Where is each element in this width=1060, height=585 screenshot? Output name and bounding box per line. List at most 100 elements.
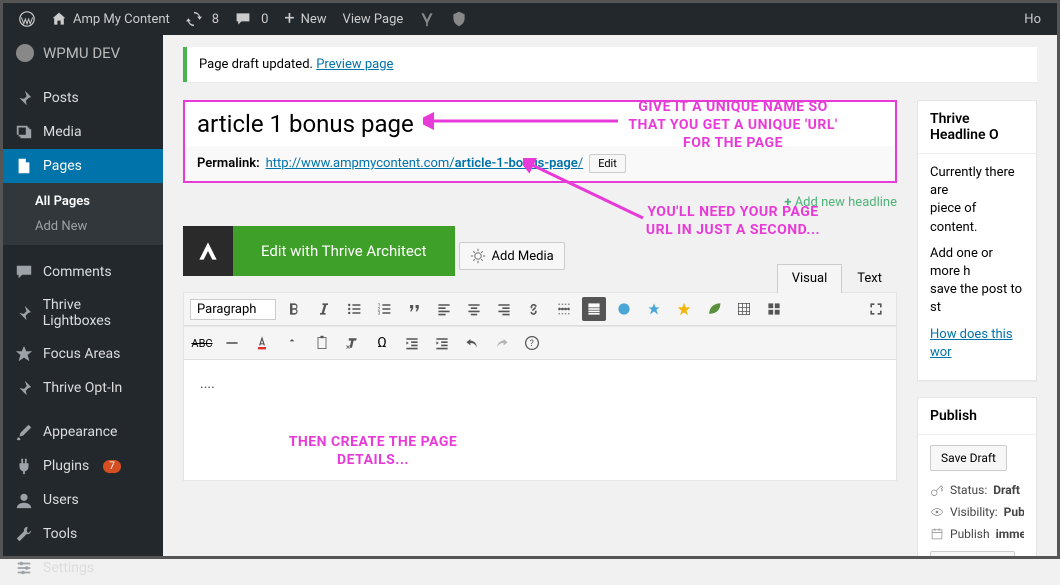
main-content: Page draft updated. Preview page Permali…	[163, 35, 1057, 556]
svg-text:?: ?	[530, 339, 534, 349]
clear-cache-button[interactable]: Clear cache	[930, 551, 1015, 556]
more-button[interactable]	[552, 297, 576, 321]
sidebar-item-media[interactable]: Media	[3, 115, 163, 149]
permalink-link[interactable]: http://www.ampmycontent.com/article-1-bo…	[266, 156, 584, 171]
greeting[interactable]: Ho	[1016, 12, 1049, 27]
sliders-icon	[15, 559, 33, 577]
page-icon	[15, 157, 33, 175]
sidebar-item-lightboxes[interactable]: Thrive Lightboxes	[3, 289, 163, 337]
paste-button[interactable]	[310, 331, 334, 355]
wrench-icon	[15, 525, 33, 543]
leaf-icon[interactable]	[702, 297, 726, 321]
comments[interactable]: 0	[227, 11, 276, 27]
save-draft-button[interactable]: Save Draft	[930, 445, 1007, 471]
sidebar-item-users[interactable]: Users	[3, 483, 163, 517]
submenu-add-new[interactable]: Add New	[3, 214, 163, 239]
users-icon	[15, 491, 33, 509]
thrive-architect-button[interactable]: Edit with Thrive Architect	[183, 226, 455, 276]
tve-blue-icon[interactable]	[612, 297, 636, 321]
edit-permalink-button[interactable]: Edit	[589, 154, 626, 173]
sidebar-item-optin[interactable]: Thrive Opt-In	[3, 371, 163, 405]
box-title: Thrive Headline O	[918, 101, 1036, 154]
textcolor-button[interactable]	[250, 331, 274, 355]
special-char-button[interactable]: Ω	[370, 331, 394, 355]
shield-icon[interactable]	[443, 11, 475, 27]
calendar-icon	[930, 527, 944, 541]
media-icon	[470, 248, 486, 264]
home-icon	[51, 11, 67, 27]
admin-bar: Amp My Content 8 0 +New View Page Ho	[3, 3, 1057, 35]
tve-blue-icon-2[interactable]	[642, 297, 666, 321]
svg-text:3: 3	[378, 311, 381, 317]
undo-button[interactable]	[460, 331, 484, 355]
thrive-logo-icon	[195, 238, 221, 264]
updates[interactable]: 8	[178, 11, 227, 27]
quote-button[interactable]	[402, 297, 426, 321]
plug-icon	[15, 457, 33, 475]
align-left-button[interactable]	[432, 297, 456, 321]
update-notice: Page draft updated. Preview page	[183, 47, 1037, 82]
redo-button[interactable]	[490, 331, 514, 355]
italic-button[interactable]	[312, 297, 336, 321]
site-name[interactable]: Amp My Content	[43, 11, 178, 27]
view-page[interactable]: View Page	[335, 12, 412, 27]
tab-visual[interactable]: Visual	[777, 264, 843, 294]
yoast-icon[interactable]	[411, 11, 443, 27]
editor-toolbar-1: Paragraph 123	[184, 293, 896, 326]
submenu-all-pages[interactable]: All Pages	[3, 189, 163, 214]
wp-logo[interactable]	[11, 11, 43, 27]
clear-format-button[interactable]	[340, 331, 364, 355]
brush-icon	[15, 423, 33, 441]
add-media-button[interactable]: Add Media	[459, 242, 565, 270]
toolbar-toggle-button[interactable]	[582, 297, 606, 321]
align-center-button[interactable]	[462, 297, 486, 321]
add-headline-link[interactable]: + Add new headline	[183, 195, 897, 210]
outdent-button[interactable]	[400, 331, 424, 355]
hr-button[interactable]	[220, 331, 244, 355]
table-icon[interactable]	[732, 297, 756, 321]
tab-text[interactable]: Text	[842, 264, 897, 293]
pages-submenu: All Pages Add New	[3, 183, 163, 245]
sidebar-item-posts[interactable]: Posts	[3, 81, 163, 115]
eye-icon	[930, 505, 944, 519]
align-right-button[interactable]	[492, 297, 516, 321]
publish-box: Publish Save Draft Status: Draft E Visib…	[917, 397, 1037, 556]
wysiwyg-editor: Paragraph 123	[183, 292, 897, 481]
sidebar-item-appearance[interactable]: Appearance	[3, 415, 163, 449]
pin-icon	[15, 89, 33, 107]
sidebar-item-focus[interactable]: Focus Areas	[3, 337, 163, 371]
ol-button[interactable]: 123	[372, 297, 396, 321]
comment-icon	[15, 263, 33, 281]
strike-button[interactable]: ABC	[190, 331, 214, 355]
media-icon	[15, 123, 33, 141]
pin-icon	[15, 304, 33, 322]
bold-button[interactable]	[282, 297, 306, 321]
new[interactable]: +New	[276, 10, 334, 28]
how-link[interactable]: How does this wor	[930, 327, 1013, 360]
textcolor-picker[interactable]	[280, 331, 304, 355]
fullscreen-button[interactable]	[864, 297, 888, 321]
link-button[interactable]	[522, 297, 546, 321]
plugins-badge: 7	[103, 460, 121, 473]
comment-icon	[235, 11, 251, 27]
star-icon	[15, 345, 33, 363]
sidebar-item-plugins[interactable]: Plugins7	[3, 449, 163, 483]
refresh-icon	[186, 11, 202, 27]
grid-icon[interactable]	[762, 297, 786, 321]
sidebar-item-pages[interactable]: Pages	[3, 149, 163, 183]
star-yellow-icon[interactable]	[672, 297, 696, 321]
page-title-input[interactable]	[185, 102, 895, 146]
preview-page-link[interactable]: Preview page	[316, 57, 393, 72]
sidebar-item-tools[interactable]: Tools	[3, 517, 163, 551]
sidebar-item-settings[interactable]: Settings	[3, 551, 163, 585]
sidebar-item-comments[interactable]: Comments	[3, 255, 163, 289]
wpmu-dev[interactable]: WPMU DEV	[3, 35, 163, 71]
indent-button[interactable]	[430, 331, 454, 355]
title-box: Permalink: http://www.ampmycontent.com/a…	[183, 100, 897, 183]
help-button[interactable]: ?	[520, 331, 544, 355]
box-title: Publish	[918, 398, 1036, 435]
ul-button[interactable]	[342, 297, 366, 321]
format-select[interactable]: Paragraph	[190, 299, 276, 320]
admin-sidebar: WPMU DEV Posts Media Pages All Pages Add…	[3, 35, 163, 556]
editor-textarea[interactable]: ....	[184, 360, 896, 480]
